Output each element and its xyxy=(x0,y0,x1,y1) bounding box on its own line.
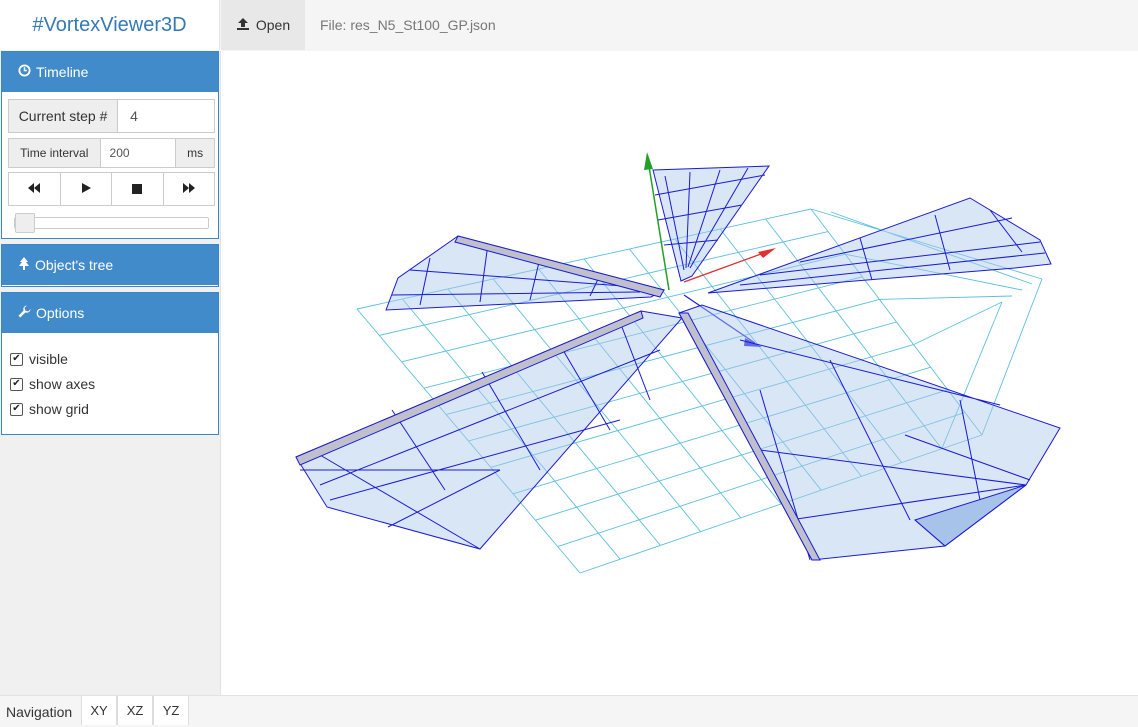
timeline-header-label: Timeline xyxy=(36,64,89,80)
open-button-label: Open xyxy=(255,17,291,33)
blade-right xyxy=(707,197,1052,294)
objects-tree-header-label: Object's tree xyxy=(35,257,114,273)
upload-icon xyxy=(236,17,250,34)
timeline-slider[interactable] xyxy=(14,213,209,233)
timeline-header[interactable]: Timeline xyxy=(2,52,218,92)
blade-bottom-left xyxy=(295,310,683,550)
objects-tree-panel: Object's tree xyxy=(1,244,219,287)
timeline-slider-handle[interactable] xyxy=(15,213,35,233)
bottom-navigation-bar: Navigation XY XZ YZ xyxy=(0,695,1138,727)
view-yz-button[interactable]: YZ xyxy=(153,696,189,725)
option-visible-label: visible xyxy=(29,351,68,367)
open-button[interactable]: Open xyxy=(221,0,305,50)
blade-top xyxy=(652,165,770,282)
view-xy-button[interactable]: XY xyxy=(81,696,117,725)
y-axis-arrow xyxy=(644,152,653,170)
time-interval-label: Time interval xyxy=(9,139,101,167)
fast-forward-icon xyxy=(182,181,196,197)
timeline-panel: Timeline Current step # 4 Time interval … xyxy=(1,51,219,239)
visible-checkbox[interactable]: ✔ xyxy=(10,352,23,366)
app-title[interactable]: #VortexViewer3D xyxy=(0,0,220,50)
option-show-axes[interactable]: ✔ show axes xyxy=(10,376,95,392)
clock-icon xyxy=(18,64,31,80)
wrench-icon xyxy=(18,305,31,321)
time-interval-input[interactable]: 200 xyxy=(101,139,176,167)
time-interval-unit: ms xyxy=(175,139,214,167)
option-show-grid-label: show grid xyxy=(29,401,89,417)
current-step-label: Current step # xyxy=(9,100,119,132)
rewind-icon xyxy=(27,181,41,197)
vortex-blades xyxy=(295,165,1061,561)
option-show-axes-label: show axes xyxy=(29,376,96,392)
play-icon xyxy=(80,181,92,197)
rewind-button[interactable] xyxy=(8,172,61,206)
scene-canvas[interactable] xyxy=(221,51,1138,695)
current-step-group: Current step # 4 xyxy=(8,99,215,133)
play-button[interactable] xyxy=(59,172,112,206)
3d-viewport[interactable] xyxy=(221,51,1138,695)
fast-forward-button[interactable] xyxy=(162,172,215,206)
top-toolbar: #VortexViewer3D Open File: res_N5_St100_… xyxy=(0,0,1138,52)
time-interval-group: Time interval 200 ms xyxy=(8,138,215,168)
stop-icon xyxy=(132,181,143,197)
view-xz-button[interactable]: XZ xyxy=(117,696,153,725)
option-show-grid[interactable]: ✔ show grid xyxy=(10,401,89,417)
objects-tree-header[interactable]: Object's tree xyxy=(2,245,218,285)
file-name-label: File: res_N5_St100_GP.json xyxy=(320,17,496,33)
sidebar: Timeline Current step # 4 Time interval … xyxy=(0,51,221,695)
show-grid-checkbox[interactable]: ✔ xyxy=(10,402,23,416)
stop-button[interactable] xyxy=(111,172,164,206)
options-panel: Options ✔ visible ✔ show axes ✔ show gri… xyxy=(1,292,219,435)
show-axes-checkbox[interactable]: ✔ xyxy=(10,377,23,391)
tree-icon xyxy=(18,257,30,273)
x-axis-arrow xyxy=(758,248,776,258)
navigation-label: Navigation xyxy=(6,703,73,720)
option-visible[interactable]: ✔ visible xyxy=(10,351,68,367)
options-header-label: Options xyxy=(36,305,85,321)
current-step-input[interactable]: 4 xyxy=(118,100,214,132)
options-header[interactable]: Options xyxy=(2,293,218,333)
blade-bottom-right xyxy=(678,304,1061,561)
playback-controls xyxy=(8,172,215,206)
blade-left xyxy=(385,235,666,311)
